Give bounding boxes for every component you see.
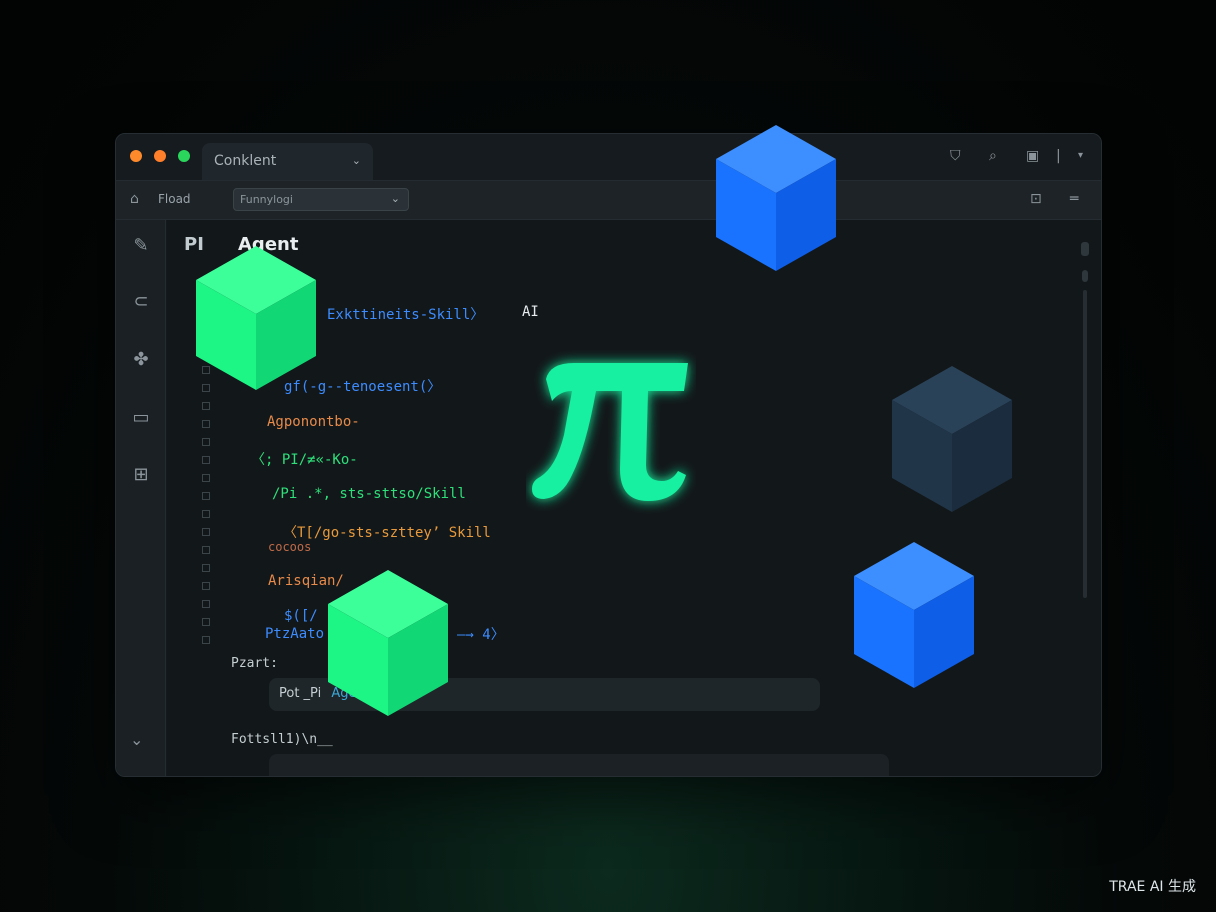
green-cube bbox=[328, 570, 448, 716]
edit-icon[interactable]: ✎ bbox=[129, 234, 153, 258]
scrollbar-track[interactable] bbox=[1083, 290, 1087, 598]
blue-cube bbox=[854, 542, 974, 688]
gutter-marker bbox=[202, 420, 210, 428]
code-line: /Pi .*, sts-sttso/Skill bbox=[272, 486, 466, 502]
code-line: $([/ bbox=[284, 608, 318, 624]
tab-label: Conklent bbox=[214, 153, 277, 169]
toolbar: ⌂ Fload Funnylogi ⌄ ⊡ ═ bbox=[116, 180, 1101, 220]
code-line: Fottsll1)\n__ bbox=[231, 732, 333, 747]
gutter-marker bbox=[202, 474, 210, 482]
divider-icon: | bbox=[1056, 148, 1061, 164]
gutter-marker bbox=[202, 438, 210, 446]
extensions-icon[interactable]: ✤ bbox=[129, 348, 153, 372]
gutter-marker bbox=[202, 510, 210, 518]
pi-logo bbox=[532, 363, 688, 501]
chevron-down-icon[interactable]: ⌄ bbox=[352, 154, 361, 167]
model-select[interactable]: Funnylogi ⌄ bbox=[233, 188, 409, 211]
gutter-marker bbox=[202, 402, 210, 410]
home-icon[interactable]: ⌂ bbox=[130, 191, 139, 207]
panel-toggle-icon[interactable]: ⊡ bbox=[1030, 191, 1042, 207]
scrollbar-handle[interactable] bbox=[1081, 242, 1089, 256]
code-line: Agponontbo- bbox=[267, 414, 360, 430]
code-line: Exkttineits-Skill〉 bbox=[327, 307, 485, 323]
chat-input-prefix: Pot _Pi bbox=[279, 686, 322, 701]
gutter-marker bbox=[202, 600, 210, 608]
activity-bar: ✎ ⊂ ✤ ▭ ⊞ ⌄ bbox=[116, 220, 166, 776]
close-button[interactable] bbox=[130, 150, 142, 162]
tab-active[interactable]: Conklent ⌄ bbox=[202, 143, 373, 180]
gutter-marker bbox=[202, 528, 210, 536]
search-icon[interactable]: ⌕ bbox=[989, 148, 997, 164]
dropdown-arrow-icon[interactable]: ▾ bbox=[1078, 150, 1083, 161]
code-line: —→ 4〉 bbox=[457, 627, 505, 643]
link-icon[interactable]: ⊂ bbox=[129, 290, 153, 314]
maximize-button[interactable] bbox=[178, 150, 190, 162]
chat-icon[interactable]: ▣ bbox=[1026, 148, 1039, 164]
green-cube bbox=[196, 246, 316, 390]
dark-cube bbox=[892, 366, 1012, 512]
code-line: AI bbox=[522, 304, 539, 320]
gutter-marker bbox=[202, 564, 210, 572]
titlebar: Conklent ⌄ ⛉ ⌕ ▣ | ▾ bbox=[116, 134, 1101, 180]
chevron-down-icon[interactable]: ⌄ bbox=[130, 730, 143, 749]
toolbar-label: Fload bbox=[158, 192, 191, 206]
panel-icon[interactable]: ⊞ bbox=[129, 463, 153, 487]
gutter-marker bbox=[202, 618, 210, 626]
minimize-button[interactable] bbox=[154, 150, 166, 162]
chevron-down-icon: ⌄ bbox=[390, 192, 400, 205]
select-value: Funnylogi bbox=[240, 193, 293, 206]
code-line: PtzAato bbox=[265, 626, 325, 642]
code-line: cocoos bbox=[268, 540, 312, 554]
shield-icon[interactable]: ⛉ bbox=[950, 148, 961, 164]
scrollbar-handle[interactable] bbox=[1082, 270, 1088, 282]
gutter-marker bbox=[202, 456, 210, 464]
code-line: 〈; PI/≠«-Ko- bbox=[251, 452, 358, 468]
blue-cube bbox=[716, 125, 836, 271]
gutter-marker bbox=[202, 636, 210, 644]
watermark: TRAE AI 生成 bbox=[1109, 879, 1196, 895]
monitor-icon[interactable]: ▭ bbox=[129, 406, 153, 430]
gutter-marker bbox=[202, 582, 210, 590]
menu-icon[interactable]: ═ bbox=[1070, 191, 1078, 207]
secondary-input[interactable] bbox=[269, 754, 889, 776]
code-line: Pzart: bbox=[231, 656, 278, 671]
code-line: 〈T[/go-sts-sztteyʼ Skill bbox=[283, 525, 491, 541]
gutter-marker bbox=[202, 492, 210, 500]
gutter-marker bbox=[202, 546, 210, 554]
stage: Conklent ⌄ ⛉ ⌕ ▣ | ▾ ⌂ Fload Funnylogi ⌄… bbox=[0, 0, 1216, 912]
